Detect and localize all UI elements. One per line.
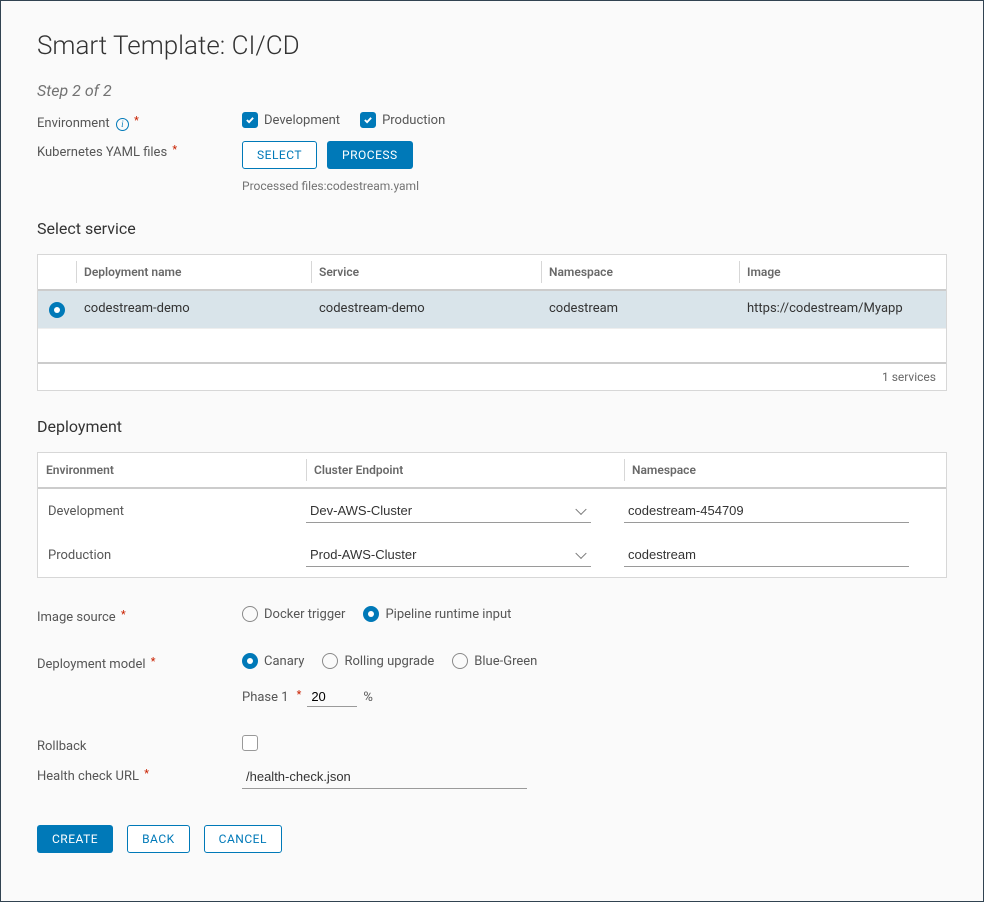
smart-template-form: Smart Template: CI/CD Step 2 of 2 Enviro… — [0, 0, 984, 902]
deploy-env-development: Development — [38, 504, 306, 519]
required-marker: * — [151, 655, 156, 668]
rollback-row: Rollback — [37, 735, 947, 755]
environment-label: Environment i * — [37, 112, 242, 131]
service-table: Deployment name Service Namespace Image … — [37, 254, 947, 391]
deploy-env-production: Production — [38, 548, 306, 563]
col-image[interactable]: Image — [739, 255, 946, 289]
phase1-input[interactable] — [307, 687, 357, 707]
deployment-table: Environment Cluster Endpoint Namespace D… — [37, 452, 947, 578]
deployment-table-header: Environment Cluster Endpoint Namespace — [38, 453, 946, 489]
col-cluster: Cluster Endpoint — [306, 453, 624, 487]
image-source-row: Image source * Docker trigger Pipeline r… — [37, 606, 947, 625]
cell-image: https://codestream/Myapp — [739, 291, 946, 328]
service-table-header: Deployment name Service Namespace Image — [38, 255, 946, 291]
required-marker: * — [121, 608, 126, 621]
service-table-footer: 1 services — [38, 362, 946, 390]
phase1-row: Phase 1 * % — [242, 687, 947, 707]
image-source-label: Image source * — [37, 606, 242, 625]
rollback-label: Rollback — [37, 735, 242, 754]
rollback-checkbox[interactable] — [242, 735, 258, 751]
cluster-select-production[interactable] — [306, 543, 591, 567]
col-deploy-namespace: Namespace — [624, 453, 946, 487]
image-source-docker-radio[interactable]: Docker trigger — [242, 606, 345, 622]
checkbox-icon — [360, 112, 376, 128]
health-check-label: Health check URL * — [37, 765, 242, 784]
percent-label: % — [363, 690, 373, 705]
model-canary-radio[interactable]: Canary — [242, 653, 304, 669]
required-marker: * — [134, 114, 139, 127]
health-check-row: Health check URL * — [37, 765, 947, 789]
radio-icon — [242, 653, 258, 669]
deployment-row: Production — [38, 533, 946, 577]
cancel-button[interactable]: CANCEL — [204, 825, 282, 853]
col-namespace[interactable]: Namespace — [541, 255, 739, 289]
environment-row: Environment i * Development Production — [37, 112, 947, 131]
step-indicator: Step 2 of 2 — [37, 81, 947, 100]
deployment-model-row: Deployment model * Canary Rolling upgrad… — [37, 653, 947, 707]
processed-files-text: Processed files:codestream.yaml — [242, 179, 947, 193]
required-marker: * — [297, 688, 302, 701]
col-service[interactable]: Service — [311, 255, 541, 289]
row-radio-selected[interactable] — [49, 302, 65, 318]
col-environment: Environment — [38, 453, 306, 487]
info-icon[interactable]: i — [116, 118, 129, 131]
cell-namespace: codestream — [541, 291, 739, 328]
service-row[interactable]: codestream-demo codestream-demo codestre… — [38, 291, 946, 328]
yaml-label: Kubernetes YAML files * — [37, 141, 242, 160]
required-marker: * — [172, 143, 177, 156]
model-bluegreen-radio[interactable]: Blue-Green — [452, 653, 537, 669]
process-button[interactable]: PROCESS — [327, 141, 413, 169]
env-production-checkbox[interactable]: Production — [360, 112, 445, 128]
checkbox-icon — [242, 735, 258, 751]
cell-service: codestream-demo — [311, 291, 541, 328]
checkbox-icon — [242, 112, 258, 128]
deployment-row: Development — [38, 489, 946, 533]
env-development-checkbox[interactable]: Development — [242, 112, 340, 128]
radio-icon — [452, 653, 468, 669]
radio-icon — [242, 606, 258, 622]
action-bar: CREATE BACK CANCEL — [37, 825, 947, 853]
select-button[interactable]: SELECT — [242, 141, 317, 169]
phase1-label: Phase 1 — [242, 690, 289, 705]
page-title: Smart Template: CI/CD — [37, 31, 947, 61]
col-deployment-name[interactable]: Deployment name — [76, 255, 311, 289]
model-rolling-radio[interactable]: Rolling upgrade — [322, 653, 434, 669]
select-service-title: Select service — [37, 219, 947, 238]
radio-icon — [322, 653, 338, 669]
yaml-row: Kubernetes YAML files * SELECT PROCESS P… — [37, 141, 947, 193]
namespace-input-development[interactable] — [624, 499, 909, 523]
back-button[interactable]: BACK — [127, 825, 190, 853]
cell-deployment-name: codestream-demo — [76, 291, 311, 328]
image-source-pipeline-radio[interactable]: Pipeline runtime input — [363, 606, 511, 622]
cluster-select-development[interactable] — [306, 499, 591, 523]
required-marker: * — [144, 767, 149, 780]
deployment-model-label: Deployment model * — [37, 653, 242, 672]
radio-icon — [363, 606, 379, 622]
create-button[interactable]: CREATE — [37, 825, 113, 853]
deployment-title: Deployment — [37, 417, 947, 436]
health-check-input[interactable] — [242, 765, 527, 789]
namespace-input-production[interactable] — [624, 543, 909, 567]
